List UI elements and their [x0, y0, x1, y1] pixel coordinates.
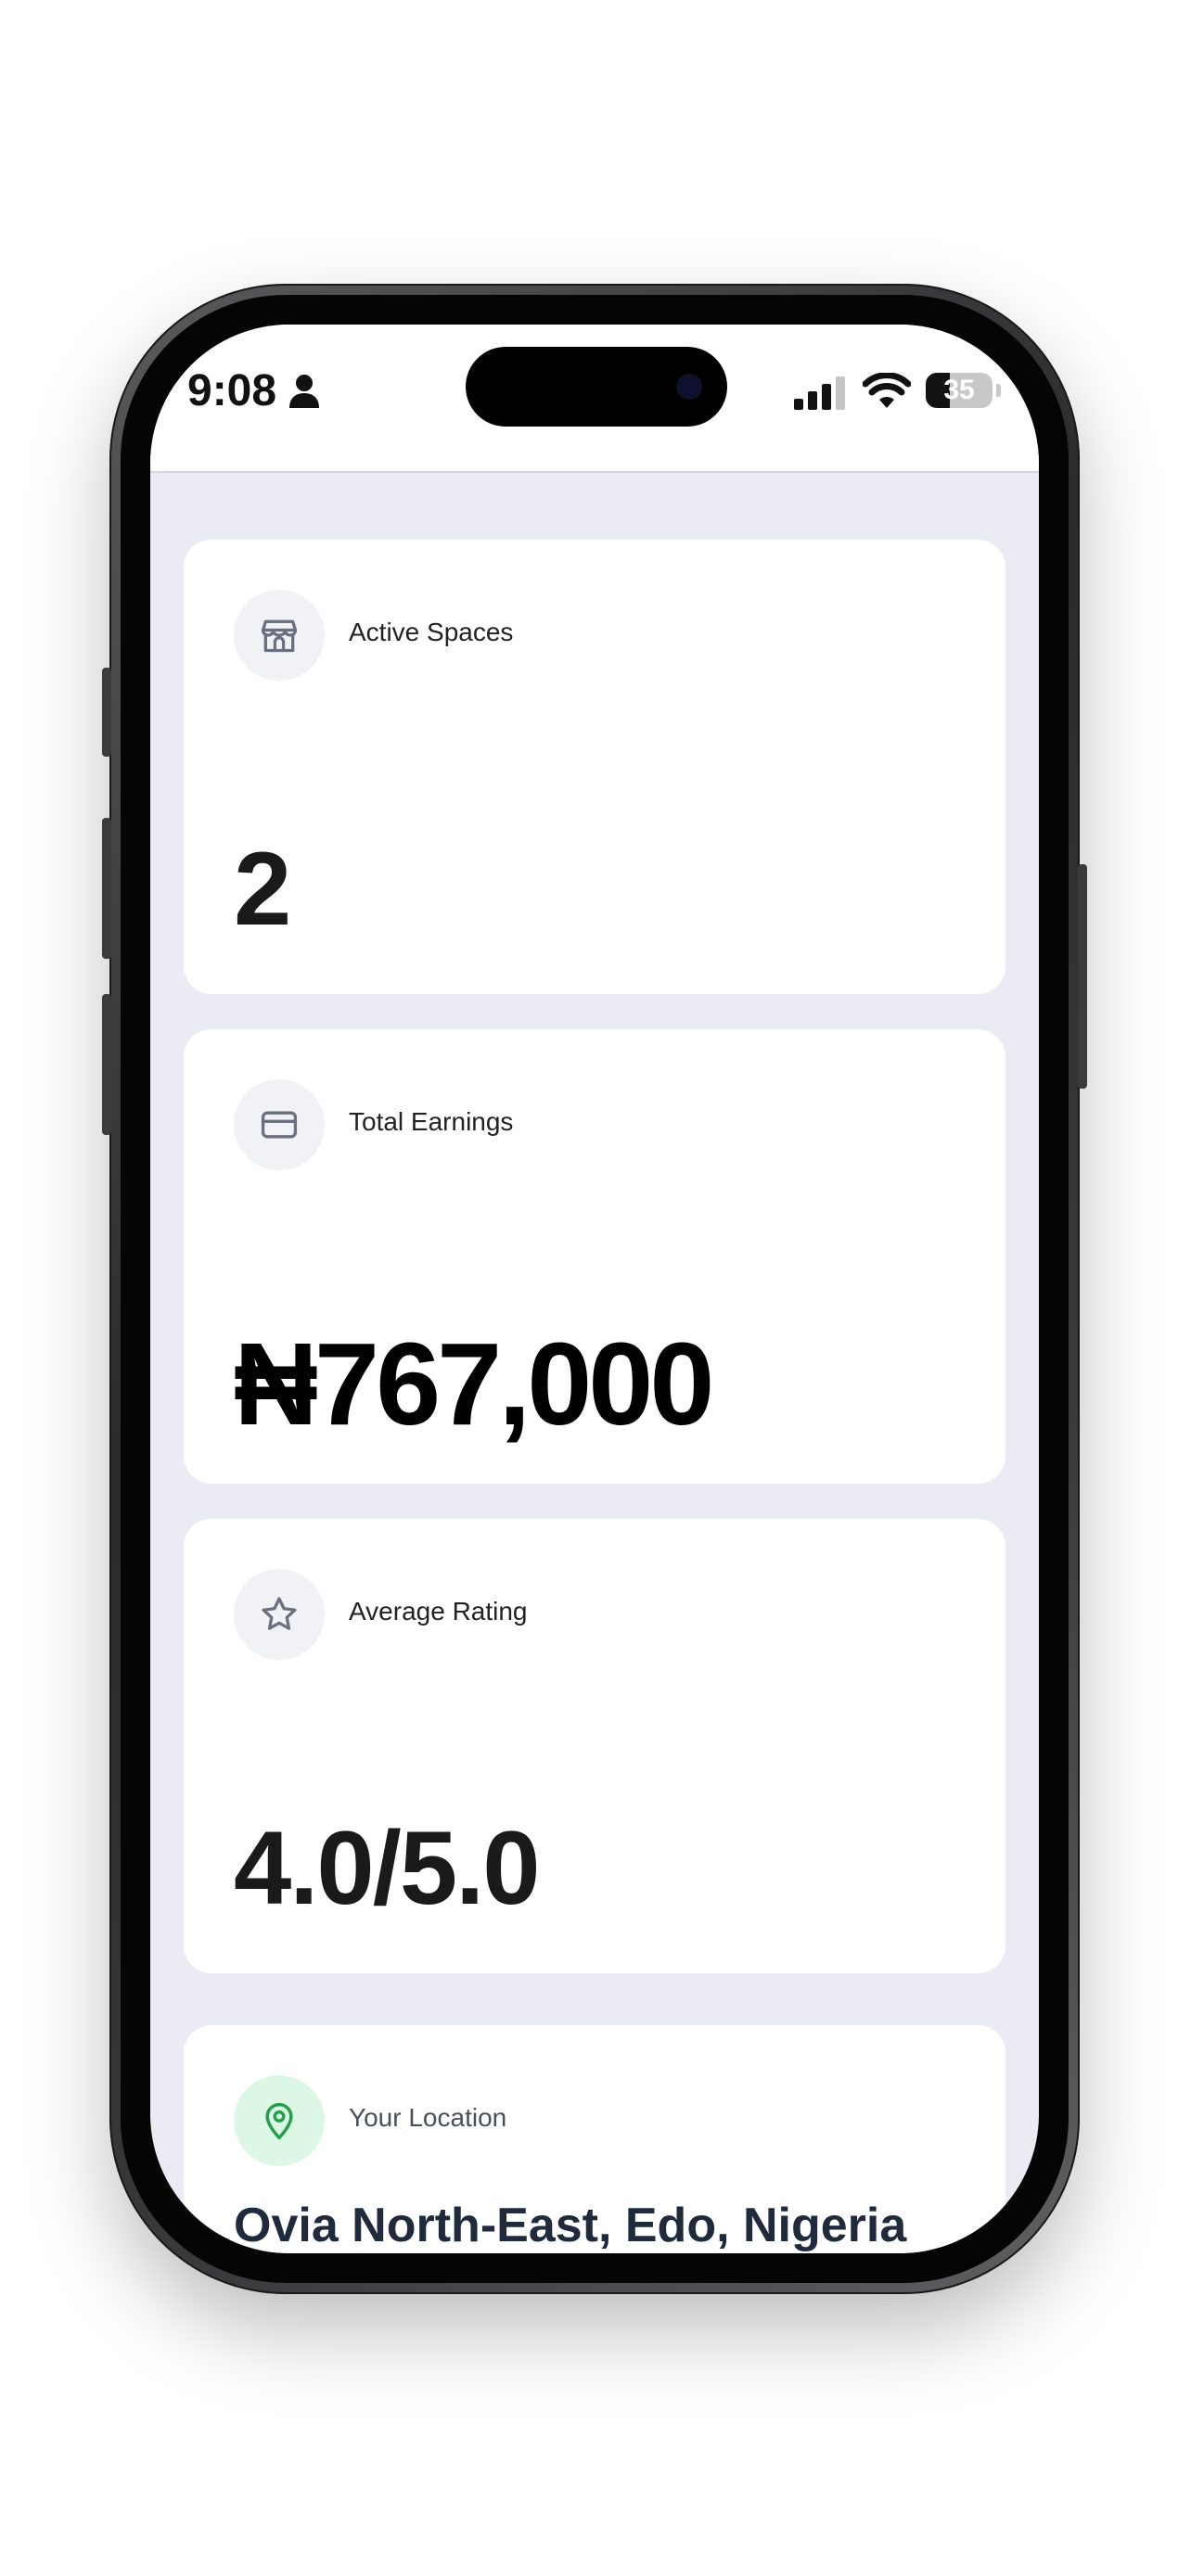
average-rating-icon-badge	[234, 1569, 325, 1660]
device-mockup: 9:08 35 Active Spaces 2 Total Earnings ₦…	[0, 0, 1191, 2576]
total-earnings-label: Total Earnings	[349, 1107, 514, 1136]
phone-frame: 9:08 35 Active Spaces 2 Total Earnings ₦…	[102, 284, 1087, 2294]
volume-down-button	[102, 994, 111, 1135]
total-earnings-value: ₦767,000	[234, 1319, 714, 1449]
credit-card-icon	[261, 1111, 298, 1139]
active-spaces-icon-badge	[234, 590, 325, 681]
total-earnings-card[interactable]: Total Earnings ₦767,000	[184, 1029, 1005, 1484]
active-spaces-value: 2	[234, 831, 291, 947]
active-spaces-card[interactable]: Active Spaces 2	[184, 540, 1005, 994]
average-rating-value: 4.0/5.0	[234, 1810, 541, 1926]
power-button	[1078, 864, 1087, 1089]
active-spaces-label: Active Spaces	[349, 618, 514, 646]
battery-indicator: 35	[926, 373, 992, 408]
app-screen: 9:08 35 Active Spaces 2 Total Earnings ₦…	[150, 325, 1039, 2253]
status-time: 9:08	[187, 366, 277, 415]
wifi-icon	[863, 373, 911, 408]
total-earnings-icon-badge	[234, 1079, 325, 1170]
cellular-signal-icon	[794, 376, 845, 410]
location-icon-badge	[234, 2075, 325, 2166]
action-button	[102, 668, 111, 757]
dynamic-island	[466, 347, 727, 427]
location-label: Your Location	[349, 2103, 507, 2132]
camera-icon	[679, 376, 699, 397]
map-pin-icon	[265, 2102, 293, 2140]
average-rating-card[interactable]: Average Rating 4.0/5.0	[184, 1519, 1005, 1973]
volume-up-button	[102, 818, 111, 959]
average-rating-label: Average Rating	[349, 1597, 528, 1626]
star-icon	[262, 1597, 297, 1630]
storefront-icon	[261, 619, 298, 653]
person-icon	[289, 375, 319, 408]
location-value: Ovia North-East, Edo, Nigeria	[234, 2199, 907, 2252]
location-card[interactable]: Your Location Ovia North-East, Edo, Nige…	[184, 2025, 1005, 2253]
status-bar: 9:08 35	[150, 325, 1039, 473]
battery-nub	[996, 384, 1001, 397]
